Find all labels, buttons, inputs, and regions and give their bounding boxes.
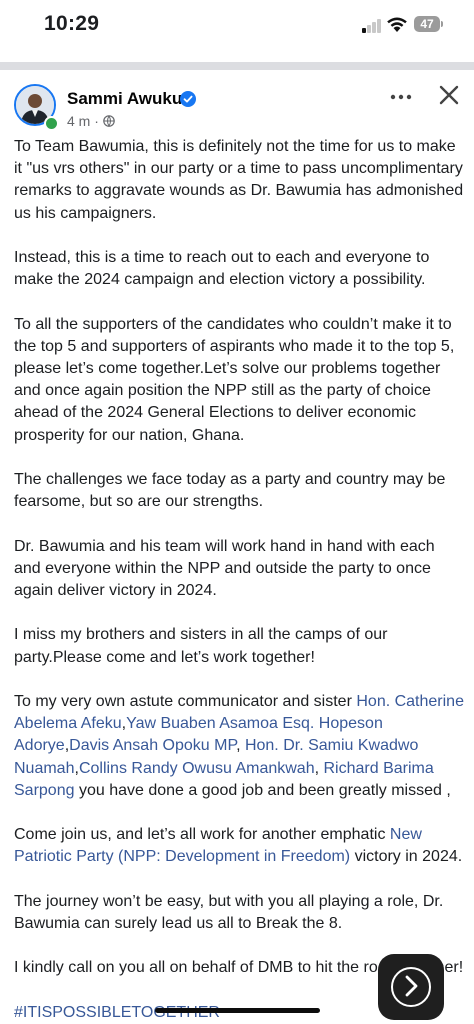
post-paragraph: I miss my brothers and sisters in all th… [14, 624, 464, 668]
tagged-link[interactable]: Davis Ansah Opoku MP [69, 737, 236, 754]
post-paragraph: Instead, this is a time to reach out to … [14, 247, 464, 291]
status-bar: 10:29 47 [0, 0, 474, 56]
post-meta[interactable]: 4 m · [67, 113, 115, 129]
paragraph-text: Dr. Bawumia and his team will work hand … [14, 537, 435, 599]
chevron-right-icon [405, 975, 418, 997]
author-name[interactable]: Sammi Awuku [67, 89, 182, 109]
post-paragraph: To all the supporters of the candidates … [14, 314, 464, 447]
paragraph-text: Instead, this is a time to reach out to … [14, 249, 430, 289]
paragraph-text: , [314, 759, 324, 777]
paragraph-text: , [236, 737, 245, 755]
paragraph-text: To my very own astute communicator and s… [14, 692, 357, 710]
more-options-icon[interactable] [390, 90, 412, 104]
post-paragraph: Dr. Bawumia and his team will work hand … [14, 536, 464, 603]
battery-icon: 47 [414, 16, 444, 34]
paragraph-text: The journey won’t be easy, but with you … [14, 892, 444, 932]
post-header: Sammi Awuku 4 m · [0, 72, 474, 132]
paragraph-text: I miss my brothers and sisters in all th… [14, 626, 388, 666]
paragraph-text: you have done a good job and been greatl… [74, 781, 451, 799]
post-time: 4 m · [67, 113, 99, 129]
post-paragraph: The journey won’t be easy, but with you … [14, 891, 464, 935]
post-paragraph: To Team Bawumia, this is definitely not … [14, 136, 464, 225]
post-paragraph: Come join us, and let’s all work for ano… [14, 824, 464, 868]
paragraph-text: To all the supporters of the candidates … [14, 315, 455, 444]
next-button[interactable] [378, 954, 444, 1020]
paragraph-text: The challenges we face today as a party … [14, 471, 446, 511]
verified-badge-icon [180, 91, 196, 107]
globe-icon [103, 115, 115, 127]
battery-level: 47 [414, 16, 440, 32]
tagged-link[interactable]: Collins Randy Owusu Amankwah [79, 760, 315, 777]
post-paragraph: To my very own astute communicator and s… [14, 691, 464, 802]
home-indicator [155, 1008, 320, 1013]
paragraph-text: To Team Bawumia, this is definitely not … [14, 138, 464, 222]
post-body: To Team Bawumia, this is definitely not … [14, 136, 464, 1024]
feed-divider [0, 62, 474, 70]
cellular-signal-icon [362, 19, 382, 33]
post-paragraph: The challenges we face today as a party … [14, 469, 464, 513]
wifi-icon [387, 17, 407, 32]
close-icon[interactable] [439, 85, 459, 105]
paragraph-text: victory in 2024. [350, 848, 463, 866]
paragraph-text: Come join us, and let’s all work for ano… [14, 826, 390, 844]
online-status-dot [44, 116, 59, 131]
status-time: 10:29 [44, 12, 100, 35]
